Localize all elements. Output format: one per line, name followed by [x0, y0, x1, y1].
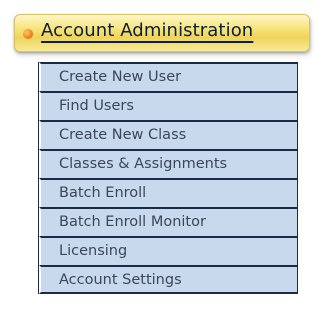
menu-item-licensing[interactable]: Licensing	[39, 236, 297, 265]
menu-item-batch-enroll[interactable]: Batch Enroll	[39, 178, 297, 207]
menu-item-create-new-user[interactable]: Create New User	[39, 62, 297, 91]
menu-item-classes-assignments[interactable]: Classes & Assignments	[39, 149, 297, 178]
header-title: Account Administration	[41, 20, 254, 41]
account-administration-header[interactable]: Account Administration	[14, 14, 310, 52]
account-admin-menu: Create New User Find Users Create New Cl…	[38, 62, 298, 294]
menu-item-batch-enroll-monitor[interactable]: Batch Enroll Monitor	[39, 207, 297, 236]
menu-item-create-new-class[interactable]: Create New Class	[39, 120, 297, 149]
menu-item-find-users[interactable]: Find Users	[39, 91, 297, 120]
bullet-dot-icon	[23, 29, 33, 39]
menu-item-account-settings[interactable]: Account Settings	[39, 265, 297, 294]
